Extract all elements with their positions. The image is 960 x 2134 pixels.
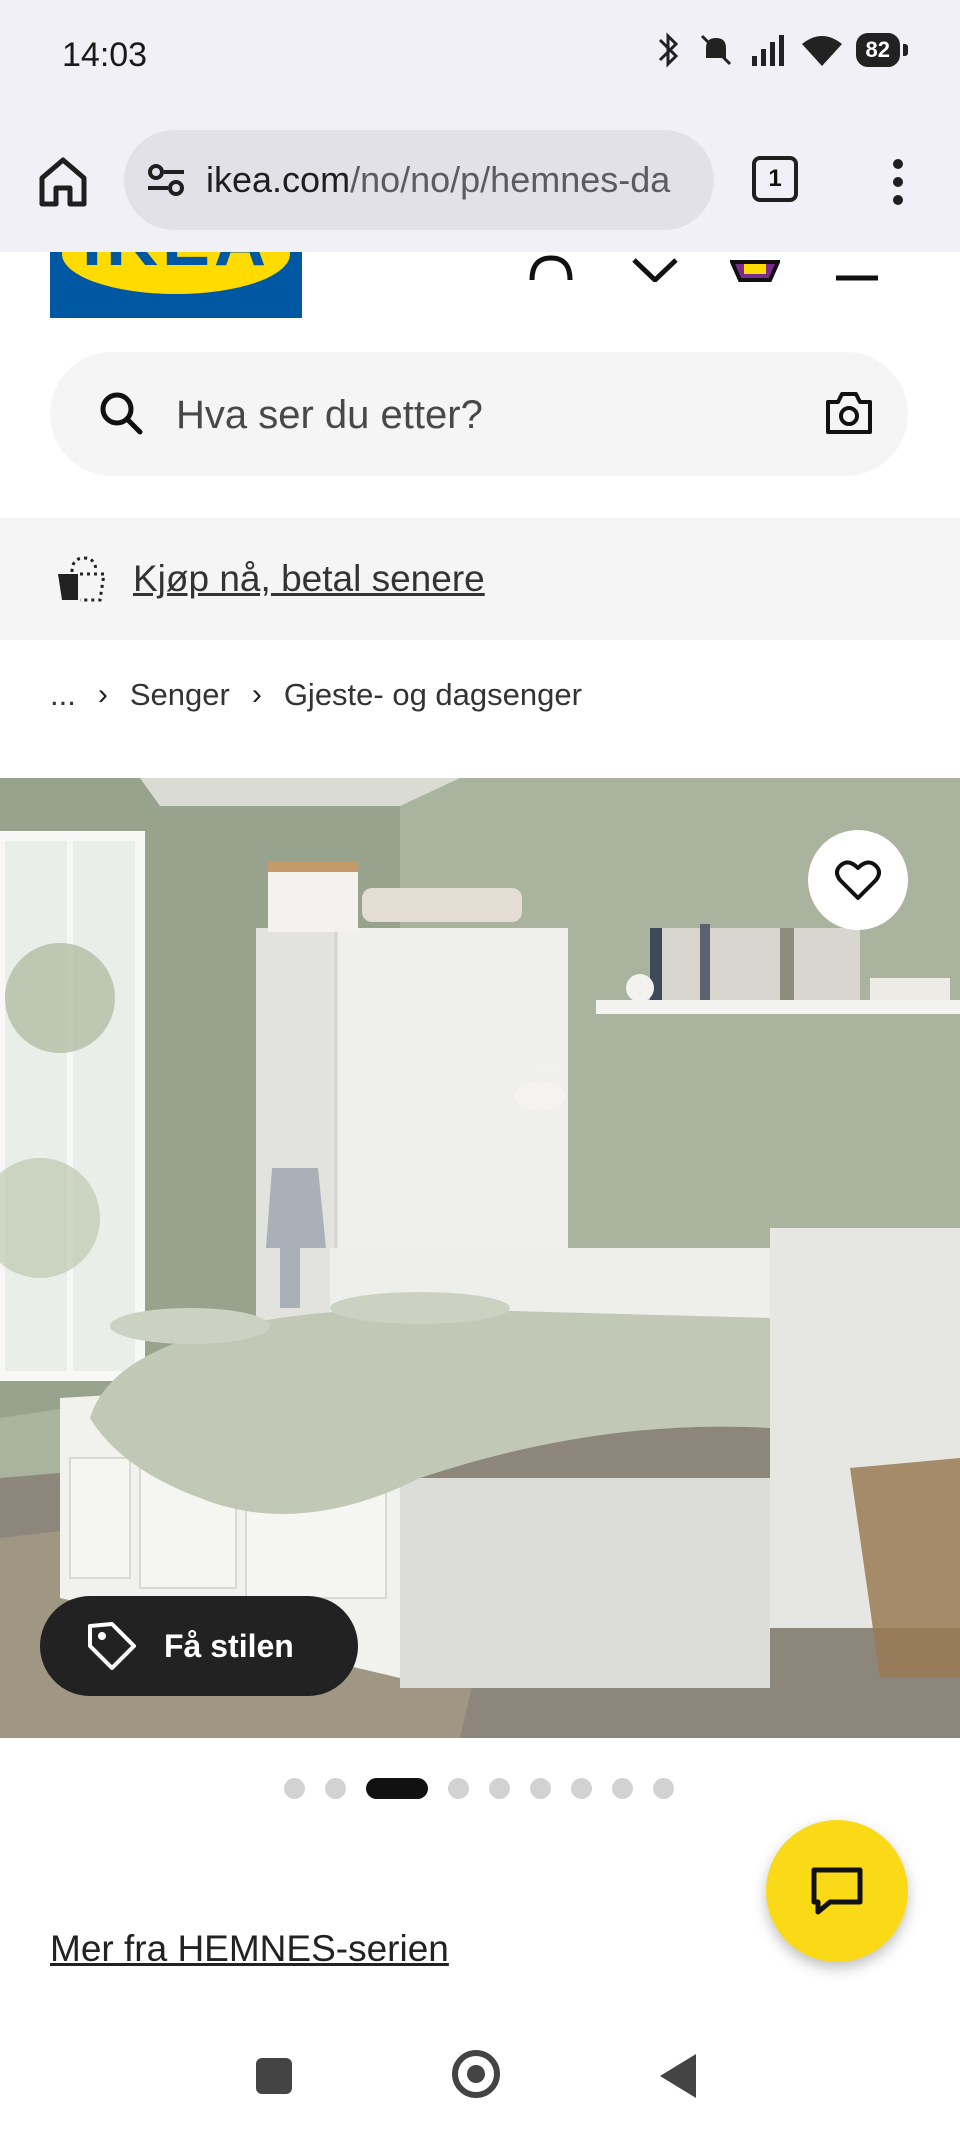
address-bar[interactable]: ikea.com/no/no/p/hemnes-da	[124, 130, 714, 230]
tab-switcher-button[interactable]: 1	[752, 156, 798, 202]
search-bar	[50, 352, 908, 476]
get-the-style-label: Få stilen	[164, 1627, 294, 1664]
url-domain: ikea.com	[206, 159, 351, 200]
product-image[interactable]: Få stilen	[0, 778, 960, 1738]
pay-later-link[interactable]: Kjøp nå, betal senere	[133, 558, 485, 600]
wifi-icon	[801, 36, 842, 66]
carousel-dot[interactable]	[489, 1778, 510, 1799]
browser-menu-icon[interactable]	[880, 154, 916, 210]
breadcrumb-item-more[interactable]: ...	[50, 677, 76, 713]
carousel-dot[interactable]	[653, 1778, 674, 1799]
breadcrumb-separator: ›	[251, 678, 262, 711]
carousel-dot[interactable]	[530, 1778, 551, 1799]
bedroom-illustration	[0, 778, 960, 1738]
favourite-button[interactable]	[808, 830, 908, 930]
status-bar: 14:03 82	[0, 0, 960, 114]
heart-icon	[835, 860, 881, 900]
ikea-logo[interactable]: IKEA	[50, 252, 302, 318]
cart-icon[interactable]	[730, 252, 780, 282]
breadcrumb-separator: ›	[97, 678, 108, 711]
carousel-dot[interactable]	[284, 1778, 305, 1799]
search-input[interactable]	[174, 382, 778, 448]
chat-button[interactable]	[766, 1820, 908, 1962]
signal-icon	[751, 35, 784, 66]
breadcrumb: ... › Senger › Gjeste- og dagsenger	[50, 672, 582, 718]
status-icons: 82	[654, 30, 909, 70]
bluetooth-icon	[658, 32, 678, 68]
hamburger-menu-icon[interactable]	[834, 252, 880, 282]
carousel-dot[interactable]	[325, 1778, 346, 1799]
price-tag-icon	[88, 1622, 136, 1670]
carousel-pagination	[284, 1778, 674, 1799]
mute-bell-icon	[700, 34, 731, 66]
battery-indicator: 82	[855, 33, 909, 67]
carousel-dot[interactable]	[448, 1778, 469, 1799]
browser-toolbar: ikea.com/no/no/p/hemnes-da 1	[0, 114, 960, 252]
home-button[interactable]	[452, 2050, 500, 2098]
system-navigation-bar	[0, 2030, 960, 2134]
back-button[interactable]	[660, 2054, 696, 2098]
profile-icon[interactable]	[526, 252, 576, 282]
carousel-dot[interactable]	[612, 1778, 633, 1799]
breadcrumb-item-senger[interactable]: Senger	[130, 677, 230, 713]
chat-bubble-icon	[811, 1867, 863, 1915]
promo-banner: Kjøp nå, betal senere	[0, 518, 960, 640]
recents-button[interactable]	[256, 2058, 292, 2094]
url-path: /no/no/p/hemnes-da	[350, 159, 671, 200]
url-text: ikea.com/no/no/p/hemnes-da	[206, 159, 670, 201]
shopping-bag-icon	[58, 556, 106, 602]
logo-text: IKEA	[50, 252, 302, 282]
search-icon[interactable]	[98, 390, 144, 436]
series-link[interactable]: Mer fra HEMNES-serien	[50, 1928, 449, 1970]
home-icon[interactable]	[34, 152, 92, 210]
site-settings-icon[interactable]	[144, 158, 188, 202]
carousel-dot-active[interactable]	[366, 1778, 428, 1799]
camera-icon[interactable]	[824, 390, 874, 436]
carousel-dot[interactable]	[571, 1778, 592, 1799]
site-header: IKEA	[0, 252, 960, 344]
get-the-style-button[interactable]: Få stilen	[40, 1596, 358, 1696]
favourites-icon[interactable]	[630, 252, 680, 282]
breadcrumb-item-gjeste-og-dagsenger[interactable]: Gjeste- og dagsenger	[284, 677, 582, 713]
status-time: 14:03	[62, 36, 148, 74]
